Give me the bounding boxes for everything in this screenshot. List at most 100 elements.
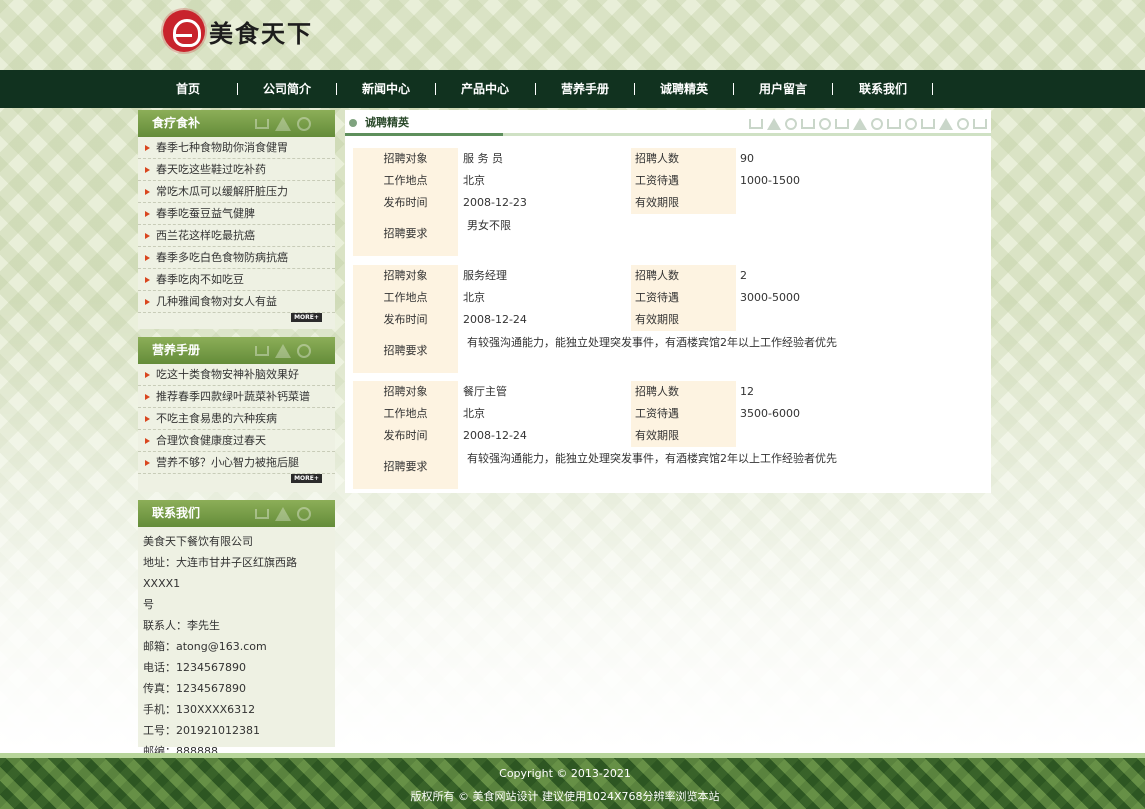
contact-info: 美食天下餐饮有限公司 地址：大连市甘井子区红旗西路XXXX1 号 联系人：李先生…: [138, 527, 335, 766]
value-target: 餐厅主管: [463, 385, 507, 398]
label-req: 招聘要求: [383, 344, 428, 357]
main-nav: 首页 公司简介 新闻中心 产品中心 营养手册 诚聘精英 用户留言 联系我们: [0, 70, 1145, 108]
sidebar-box-title: 联系我们: [138, 500, 335, 527]
label-valid: 有效期限: [635, 196, 679, 209]
contact-fax: 传真：1234567890: [143, 682, 246, 695]
nav-separator: [932, 83, 933, 95]
bullet-icon: [349, 119, 357, 127]
sidebar-title-text: 营养手册: [152, 343, 201, 357]
label-target: 招聘对象: [383, 269, 428, 282]
contact-id: 工号：201921012381: [143, 724, 260, 737]
label-target: 招聘对象: [383, 385, 428, 398]
nav-item-news[interactable]: 新闻中心: [336, 70, 436, 108]
sidebar-box-nutrition: 营养手册 吃这十类食物安神补脑效果好 推荐春季四款绿叶蔬菜补钙菜谱 不吃主食易患…: [138, 337, 335, 492]
value-count: 2: [740, 269, 747, 282]
nav-item-nutrition[interactable]: 营养手册: [535, 70, 635, 108]
list-item[interactable]: 春季吃肉不如吃豆: [138, 269, 335, 291]
list-item[interactable]: 几种雅闻食物对女人有益: [138, 291, 335, 313]
sidebar-box-title: 食疗食补: [138, 110, 335, 137]
list-item[interactable]: 营养不够？小心智力被拖后腿: [138, 452, 335, 474]
arrow-icon: [145, 299, 150, 305]
sidebar-box-contact: 联系我们 美食天下餐饮有限公司 地址：大连市甘井子区红旗西路XXXX1 号 联系…: [138, 500, 335, 758]
contact-person: 联系人：李先生: [143, 619, 220, 632]
nav-item-home[interactable]: 首页: [138, 70, 238, 108]
contact-address-cont: 号: [143, 598, 154, 611]
label-count: 招聘人数: [635, 152, 679, 165]
label-date: 发布时间: [383, 429, 428, 442]
footer-copyright: Copyright © 2013-2021: [499, 767, 631, 780]
list-item[interactable]: 推荐春季四款绿叶蔬菜补钙菜谱: [138, 386, 335, 408]
arrow-icon: [145, 416, 150, 422]
logo-mark-icon: [163, 10, 205, 52]
logo-text: 美食天下: [209, 18, 313, 48]
sidebar-title-text: 联系我们: [152, 506, 201, 520]
label-req: 招聘要求: [383, 460, 428, 473]
job-posting: 招聘对象 服 务 员 招聘人数 90 工作地点 北京 工资待遇 1000-150…: [353, 148, 983, 256]
list-item[interactable]: 春季吃蚕豆益气健脾: [138, 203, 335, 225]
title-underline: [345, 133, 503, 136]
list-item[interactable]: 西兰花这样吃最抗癌: [138, 225, 335, 247]
main-content: 诚聘精英 招聘对象 服 务 员 招聘人数 90 工作地点 北京 工资待遇 100…: [345, 110, 991, 493]
label-target: 招聘对象: [383, 152, 428, 165]
site-logo[interactable]: 美食天下: [163, 6, 313, 56]
list-item[interactable]: 春季七种食物助你消食健胃: [138, 137, 335, 159]
nav-item-products[interactable]: 产品中心: [435, 70, 535, 108]
decor-icon: [749, 114, 987, 134]
arrow-icon: [145, 167, 150, 173]
list-item[interactable]: 春季多吃白色食物防病抗癌: [138, 247, 335, 269]
arrow-icon: [145, 460, 150, 466]
list-item[interactable]: 吃这十类食物安神补脑效果好: [138, 364, 335, 386]
value-date: 2008-12-24: [463, 429, 527, 442]
nav-item-messages[interactable]: 用户留言: [733, 70, 833, 108]
arrow-icon: [145, 277, 150, 283]
label-count: 招聘人数: [635, 385, 679, 398]
arrow-icon: [145, 255, 150, 261]
sidebar-list: 吃这十类食物安神补脑效果好 推荐春季四款绿叶蔬菜补钙菜谱 不吃主食易患的六种疾病…: [138, 364, 335, 474]
arrow-icon: [145, 233, 150, 239]
value-req: 男女不限: [467, 219, 511, 232]
nav-item-contact[interactable]: 联系我们: [833, 70, 933, 108]
value-salary: 1000-1500: [740, 174, 800, 187]
value-salary: 3500-6000: [740, 407, 800, 420]
label-date: 发布时间: [383, 313, 428, 326]
decor-icon: [255, 342, 333, 360]
value-target: 服 务 员: [463, 152, 503, 165]
label-count: 招聘人数: [635, 269, 679, 282]
more-button[interactable]: MORE+: [291, 474, 322, 483]
contact-address: 地址：大连市甘井子区红旗西路XXXX1: [143, 556, 297, 590]
value-place: 北京: [463, 407, 485, 420]
decor-icon: [255, 115, 333, 133]
label-salary: 工资待遇: [635, 174, 679, 187]
arrow-icon: [145, 189, 150, 195]
value-date: 2008-12-24: [463, 313, 527, 326]
footer-rights: 版权所有 © 美食网站设计 建议使用1024X768分辨率浏览本站: [410, 790, 720, 803]
decor-icon: [255, 505, 333, 523]
value-count: 90: [740, 152, 754, 165]
nav-item-jobs[interactable]: 诚聘精英: [634, 70, 734, 108]
sidebar-title-text: 食疗食补: [152, 116, 201, 130]
arrow-icon: [145, 145, 150, 151]
more-button[interactable]: MORE+: [291, 313, 322, 322]
list-item[interactable]: 合理饮食健康度过春天: [138, 430, 335, 452]
nav-item-about[interactable]: 公司简介: [237, 70, 337, 108]
arrow-icon: [145, 438, 150, 444]
contact-mobile: 手机：130XXXX6312: [143, 703, 256, 716]
contact-phone: 电话：1234567890: [143, 661, 246, 674]
section-title: 诚聘精英: [345, 110, 991, 136]
value-place: 北京: [463, 174, 485, 187]
value-date: 2008-12-23: [463, 196, 527, 209]
job-posting: 招聘对象 餐厅主管 招聘人数 12 工作地点 北京 工资待遇 3500-6000…: [353, 381, 983, 489]
value-req: 有较强沟通能力，能独立处理突发事件，有酒楼宾馆2年以上工作经验者优先: [467, 452, 837, 465]
list-item[interactable]: 不吃主食易患的六种疾病: [138, 408, 335, 430]
arrow-icon: [145, 372, 150, 378]
list-item[interactable]: 春天吃这些鞋过吃补药: [138, 159, 335, 181]
label-place: 工作地点: [383, 174, 428, 187]
label-place: 工作地点: [383, 291, 428, 304]
contact-company: 美食天下餐饮有限公司: [143, 535, 253, 548]
list-item[interactable]: 常吃木瓜可以缓解肝脏压力: [138, 181, 335, 203]
value-target: 服务经理: [463, 269, 507, 282]
label-valid: 有效期限: [635, 313, 679, 326]
label-place: 工作地点: [383, 407, 428, 420]
label-salary: 工资待遇: [635, 407, 679, 420]
sidebar-box-title: 营养手册: [138, 337, 335, 364]
